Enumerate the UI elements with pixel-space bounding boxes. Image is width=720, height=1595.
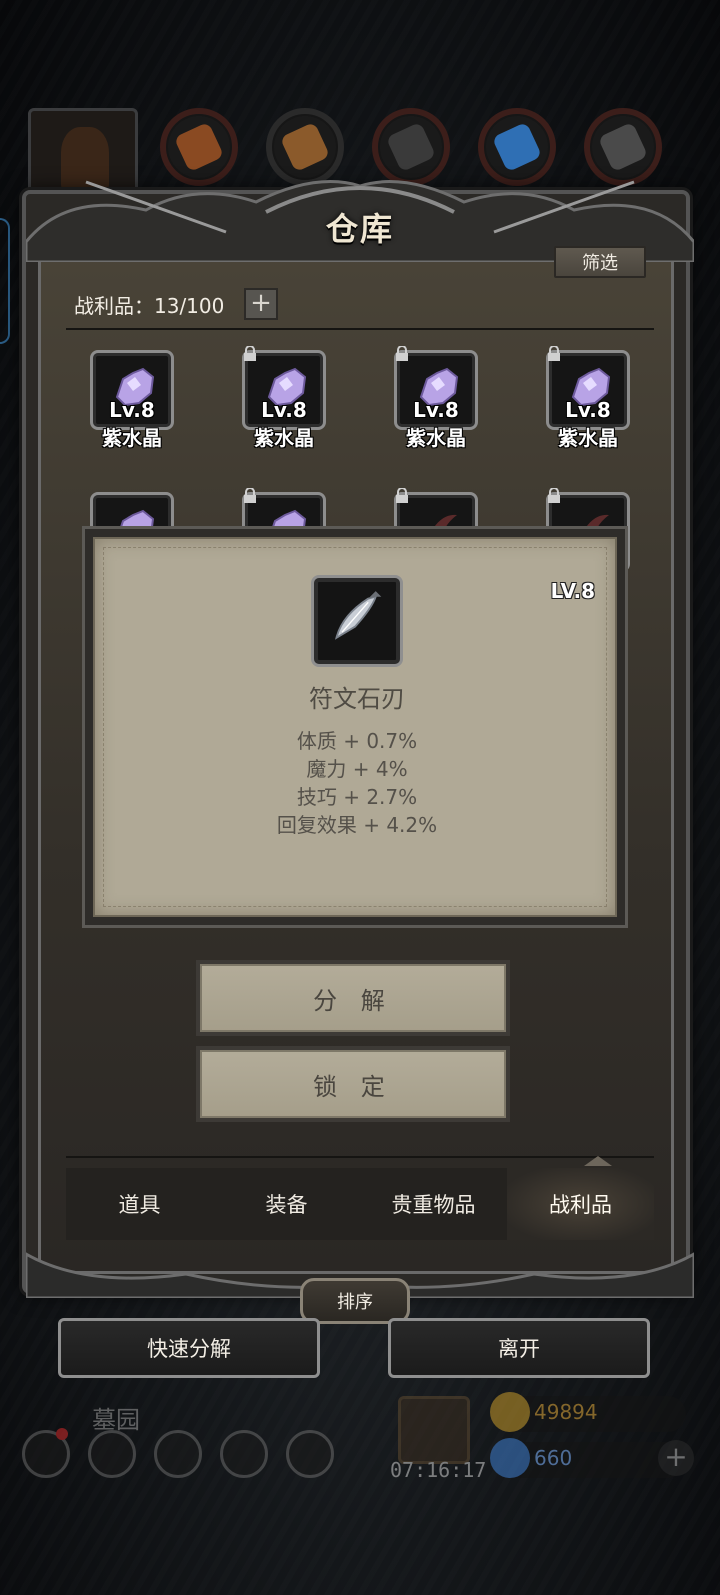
wood-resource-icon (266, 108, 344, 186)
category-tabs: 道具 装备 贵重物品 战利品 (66, 1168, 654, 1240)
item-level-label: LV.8 (550, 579, 595, 603)
item-stats: 体质 + 0.7% 魔力 + 4% 技巧 + 2.7% 回复效果 + 4.2% (95, 727, 619, 839)
expand-capacity-button[interactable]: + (244, 288, 278, 320)
inventory-item[interactable]: Lv.8 紫水晶 (242, 346, 326, 450)
map-icon[interactable] (286, 1430, 334, 1478)
lock-icon (244, 488, 256, 503)
quick-decompose-button[interactable]: 快速分解 (58, 1318, 320, 1378)
item-name: 紫水晶 (406, 426, 466, 450)
iron-resource-icon (372, 108, 450, 186)
crystal-resource-icon (478, 108, 556, 186)
item-icon-frame (311, 575, 403, 667)
decompose-button[interactable]: 分 解 (196, 960, 510, 1036)
tab-valuables[interactable]: 贵重物品 (360, 1168, 507, 1240)
item-name-label: 符文石刃 (309, 685, 405, 713)
stat-line: 魔力 + 4% (306, 757, 408, 781)
bottom-hud: 墓园 07:16:17 49894 660 + (0, 1392, 720, 1496)
item-level: Lv.8 (109, 398, 155, 422)
tab-loot[interactable]: 战利品 (507, 1168, 654, 1240)
loot-capacity-label: 战利品：13/100 (74, 294, 225, 318)
item-name: 紫水晶 (254, 426, 314, 450)
guild-icon[interactable] (154, 1430, 202, 1478)
warehouse-title: 仓库 (325, 210, 394, 248)
resource-bar: 250000 (0, 104, 720, 209)
add-currency-button[interactable]: + (658, 1440, 694, 1476)
lock-icon (548, 488, 560, 503)
gem-counter: 660 (490, 1438, 686, 1478)
leather-resource-icon (160, 108, 238, 186)
skills-icon[interactable] (88, 1430, 136, 1478)
divider (66, 1156, 654, 1158)
tab-items[interactable]: 道具 (66, 1168, 213, 1240)
gold-icon (490, 1392, 530, 1432)
lock-button[interactable]: 锁 定 (196, 1046, 510, 1122)
inventory-item[interactable]: Lv.8 紫水晶 (90, 350, 174, 450)
mail-icon[interactable] (220, 1430, 268, 1478)
item-name: 紫水晶 (558, 426, 618, 450)
item-level: Lv.8 (413, 398, 459, 422)
gold-amount: 49894 (534, 1400, 598, 1424)
gift-timer: 07:16:17 (390, 1458, 487, 1482)
inventory-item[interactable]: Lv.8 紫水晶 (546, 346, 630, 450)
gem-icon (490, 1438, 530, 1478)
leave-button[interactable]: 离开 (388, 1318, 650, 1378)
gift-icon[interactable] (398, 1396, 470, 1464)
lock-icon (548, 346, 560, 361)
gold-counter: 49894 (490, 1392, 686, 1432)
side-tab-left[interactable] (0, 218, 10, 344)
item-detail-popup: LV.8 符文石刃 体质 + 0.7% 魔力 + 4% 技巧 + 2.7% 回复… (82, 526, 628, 928)
divider (66, 328, 654, 330)
ore-resource-icon (584, 108, 662, 186)
stat-line: 体质 + 0.7% (296, 729, 418, 753)
stat-line: 回复效果 + 4.2% (276, 813, 438, 837)
lock-icon (396, 488, 408, 503)
rune-blade-icon (334, 591, 382, 640)
item-level: Lv.8 (565, 398, 611, 422)
lock-icon (396, 346, 408, 361)
stat-line: 技巧 + 2.7% (296, 785, 418, 809)
item-detail-card: LV.8 符文石刃 体质 + 0.7% 魔力 + 4% 技巧 + 2.7% 回复… (93, 537, 617, 917)
item-level: Lv.8 (261, 398, 307, 422)
inventory-item[interactable]: Lv.8 紫水晶 (394, 346, 478, 450)
filter-button[interactable]: 筛选 (554, 246, 646, 278)
tab-equipment[interactable]: 装备 (213, 1168, 360, 1240)
active-tab-indicator (584, 1156, 612, 1166)
item-name: 紫水晶 (102, 426, 162, 450)
lock-icon (244, 346, 256, 361)
notification-dot (56, 1428, 68, 1440)
gem-amount: 660 (534, 1446, 573, 1470)
